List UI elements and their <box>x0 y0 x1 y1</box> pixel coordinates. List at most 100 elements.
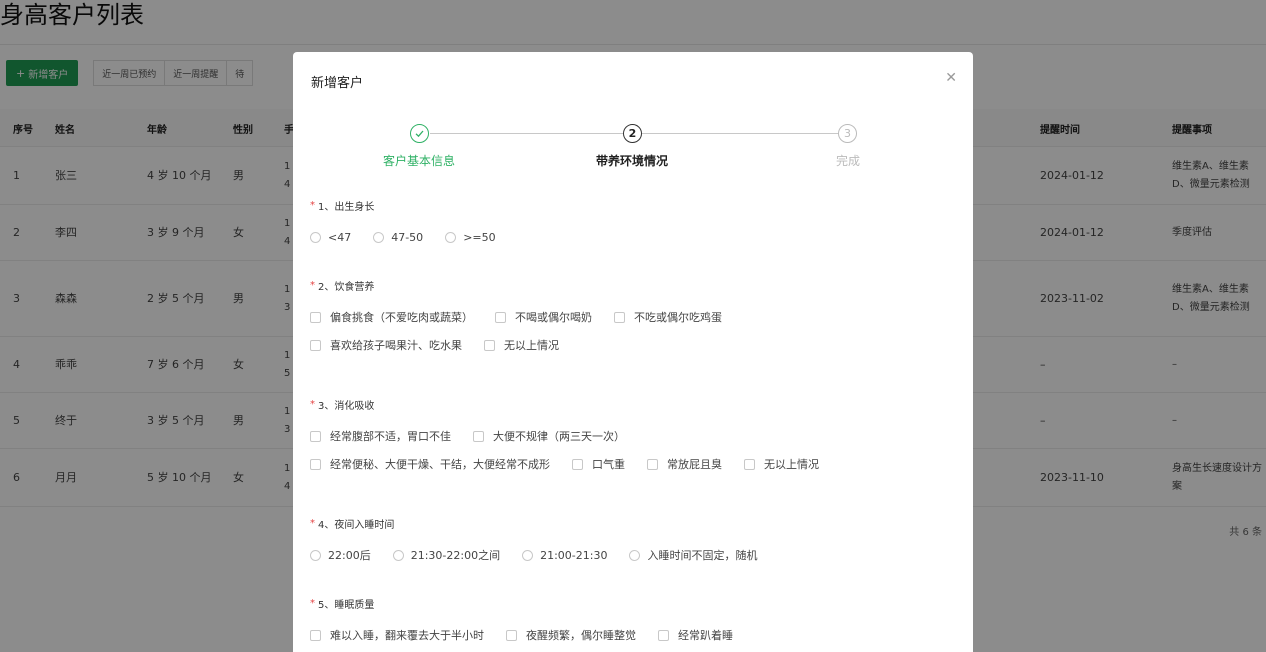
option-row: 经常腹部不适，胃口不佳 大便不规律（两三天一次） <box>310 428 950 444</box>
question-title: * 3、消化吸收 <box>310 396 950 412</box>
option-label: 难以入睡，翻来覆去大于半小时 <box>330 629 484 642</box>
option-label: <47 <box>328 230 352 244</box>
step-1-label: 客户基本信息 <box>382 154 456 168</box>
step-connector-2 <box>642 133 839 134</box>
step-2-label: 带养环境情况 <box>595 154 669 168</box>
radio-option[interactable]: <47 <box>310 231 351 244</box>
checkbox-option[interactable]: 经常腹部不适，胃口不佳 <box>310 428 451 444</box>
option-label: 口气重 <box>592 458 625 471</box>
checkbox-option[interactable]: 大便不规律（两三天一次） <box>473 428 625 444</box>
radio-option[interactable]: 入睡时间不固定，随机 <box>629 547 757 563</box>
radio-option[interactable]: 21:00-21:30 <box>522 549 607 562</box>
option-label: 经常腹部不适，胃口不佳 <box>330 430 451 443</box>
question-title: * 4、夜间入睡时间 <box>310 515 950 531</box>
radio-circle[interactable] <box>392 549 404 561</box>
checkbox-box[interactable] <box>647 458 658 470</box>
checkbox-box[interactable] <box>506 629 517 641</box>
option-label: 入睡时间不固定，随机 <box>647 549 758 562</box>
checkbox-box[interactable] <box>614 311 625 323</box>
option-label: 喜欢给孩子喝果汁、吃水果 <box>330 339 462 352</box>
option-label: 无以上情况 <box>504 339 559 352</box>
add-customer-dialog: 新增客户 ✕ 2 3 客户基本信息 带养环境情况 完成 * 1、出生身长 <47 47… <box>293 52 973 652</box>
radio-circle[interactable] <box>373 231 385 243</box>
radio-circle[interactable] <box>445 231 457 243</box>
radio-circle[interactable] <box>310 549 321 561</box>
option-label: 夜醒频繁，偶尔睡整觉 <box>526 629 636 642</box>
checkbox-option[interactable]: 口气重 <box>572 456 625 472</box>
checkbox-option[interactable]: 不喝或偶尔喝奶 <box>495 309 592 325</box>
checkbox-option[interactable]: 喜欢给孩子喝果汁、吃水果 <box>310 337 462 353</box>
option-row: 喜欢给孩子喝果汁、吃水果 无以上情况 <box>310 337 950 353</box>
required-mark: * <box>310 597 315 609</box>
step-connector-1 <box>430 133 626 134</box>
radio-circle[interactable] <box>629 549 641 561</box>
radio-option[interactable]: >=50 <box>445 230 496 244</box>
radio-option[interactable]: 21:30-22:00之间 <box>392 547 501 563</box>
radio-option[interactable]: 47-50 <box>373 231 423 244</box>
question-title-text: 5、睡眠质量 <box>318 599 375 611</box>
radio-circle[interactable] <box>522 549 534 561</box>
question-title-text: 3、消化吸收 <box>318 400 375 412</box>
question-4: * 4、夜间入睡时间 22:00后 21:30-22:00之间 21:00-21:30 入… <box>310 515 950 563</box>
option-label: 大便不规律（两三天一次） <box>493 430 625 443</box>
option-label: 经常便秘、大便干燥、干结，大便经常不成形 <box>330 458 550 471</box>
checkbox-option[interactable]: 偏食挑食（不爱吃肉或蔬菜） <box>310 309 473 325</box>
question-2: * 2、饮食营养偏食挑食（不爱吃肉或蔬菜） 不喝或偶尔喝奶 不吃或偶尔吃鸡蛋喜欢给孩子… <box>310 277 950 353</box>
question-1: * 1、出生身长 <47 47-50 >=50 <box>310 197 950 245</box>
checkbox-box[interactable] <box>658 629 669 641</box>
checkbox-box[interactable] <box>310 339 321 351</box>
required-mark: * <box>310 199 315 211</box>
option-label: 经常趴着睡 <box>678 629 733 642</box>
option-label: 21:30-22:00之间 <box>410 549 501 562</box>
steps: 2 3 客户基本信息 带养环境情况 完成 <box>293 124 973 174</box>
checkbox-option[interactable]: 夜醒频繁，偶尔睡整觉 <box>506 627 636 643</box>
option-row: 经常便秘、大便干燥、干结，大便经常不成形 口气重 常放屁且臭 无以上情况 <box>310 456 950 472</box>
option-label: 47-50 <box>391 230 424 244</box>
radio-option[interactable]: 22:00后 <box>310 547 371 563</box>
checkbox-box[interactable] <box>744 458 755 470</box>
checkbox-option[interactable]: 不吃或偶尔吃鸡蛋 <box>614 309 722 325</box>
checkbox-option[interactable]: 经常趴着睡 <box>658 627 733 643</box>
required-mark: * <box>310 517 315 529</box>
question-title: * 1、出生身长 <box>310 197 950 213</box>
checkbox-option[interactable]: 经常便秘、大便干燥、干结，大便经常不成形 <box>310 456 550 472</box>
checkbox-box[interactable] <box>484 339 495 351</box>
option-label: 不喝或偶尔喝奶 <box>515 311 592 324</box>
question-title: * 5、睡眠质量 <box>310 595 950 611</box>
checkbox-box[interactable] <box>310 311 321 323</box>
question-title: * 2、饮食营养 <box>310 277 950 293</box>
checkbox-box[interactable] <box>473 430 484 442</box>
checkbox-option[interactable]: 无以上情况 <box>744 456 819 472</box>
checkbox-box[interactable] <box>572 458 583 470</box>
question-title-text: 2、饮食营养 <box>318 281 375 293</box>
option-label: 21:00-21:30 <box>540 548 608 562</box>
option-row: 22:00后 21:30-22:00之间 21:00-21:30 入睡时间不固定，随机 <box>310 547 950 563</box>
checkbox-box[interactable] <box>310 629 321 641</box>
step-1-check-icon <box>410 124 429 143</box>
question-3: * 3、消化吸收经常腹部不适，胃口不佳 大便不规律（两三天一次） 经常便秘、大便干燥、… <box>310 396 950 472</box>
option-row: 偏食挑食（不爱吃肉或蔬菜） 不喝或偶尔喝奶 不吃或偶尔吃鸡蛋 <box>310 309 950 325</box>
dialog-title: 新增客户 <box>311 76 364 91</box>
option-label: 不吃或偶尔吃鸡蛋 <box>634 311 722 324</box>
checkbox-option[interactable]: 无以上情况 <box>484 337 559 353</box>
step-3-number: 3 <box>838 124 857 143</box>
close-icon[interactable]: ✕ <box>945 70 957 86</box>
option-label: >=50 <box>463 230 496 244</box>
option-label: 22:00后 <box>328 549 371 562</box>
checkbox-option[interactable]: 常放屁且臭 <box>647 456 722 472</box>
checkbox-box[interactable] <box>310 430 321 442</box>
option-label: 常放屁且臭 <box>667 458 722 471</box>
required-mark: * <box>310 398 315 410</box>
option-label: 偏食挑食（不爱吃肉或蔬菜） <box>330 311 473 324</box>
required-mark: * <box>310 279 315 291</box>
option-label: 无以上情况 <box>764 458 819 471</box>
step-3-label: 完成 <box>835 154 861 168</box>
checkbox-option[interactable]: 难以入睡，翻来覆去大于半小时 <box>310 627 484 643</box>
question-title-text: 1、出生身长 <box>318 201 375 213</box>
radio-circle[interactable] <box>310 231 321 243</box>
question-title-text: 4、夜间入睡时间 <box>318 519 395 531</box>
question-5: * 5、睡眠质量难以入睡，翻来覆去大于半小时 夜醒频繁，偶尔睡整觉 经常趴着睡 <box>310 595 950 643</box>
checkbox-box[interactable] <box>310 458 321 470</box>
option-row: <47 47-50 >=50 <box>310 229 950 245</box>
checkbox-box[interactable] <box>495 311 506 323</box>
